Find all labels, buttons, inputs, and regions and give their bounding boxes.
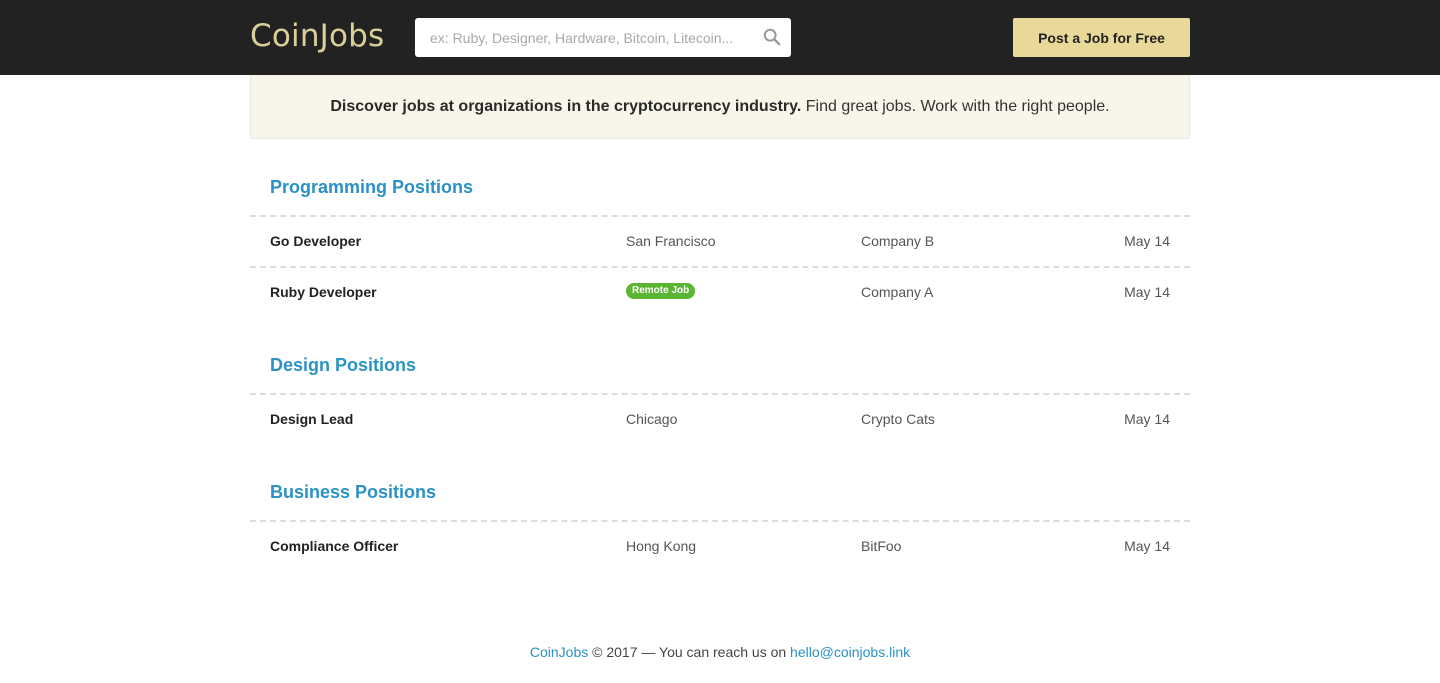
job-location: San Francisco [626, 233, 716, 249]
job-row[interactable]: Design Lead Chicago Crypto Cats May 14 [250, 393, 1190, 444]
job-title-link[interactable]: Ruby Developer [270, 268, 377, 317]
job-date: May 14 [1124, 233, 1170, 249]
job-company: Company A [861, 284, 934, 300]
remote-job-badge: Remote Job [626, 283, 696, 300]
job-row[interactable]: Ruby Developer Remote Job Company A May 14 [250, 266, 1190, 317]
section-title: Programming Positions [270, 177, 474, 197]
job-title-link[interactable]: Design Lead [270, 395, 353, 444]
job-date: May 14 [1124, 538, 1170, 554]
intro-rest-text: Find great jobs. Work with the right peo… [801, 98, 1110, 115]
job-section: Business Positions Compliance Officer Hong… [250, 481, 1190, 571]
footer: CoinJobs © 2017 — You can reach us on he… [0, 644, 1440, 660]
job-row[interactable]: Compliance Officer Hong Kong BitFoo May 14 [250, 520, 1190, 571]
job-section: Design Positions Design Lead Chicago Crypto… [250, 354, 1190, 444]
job-title-link[interactable]: Compliance Officer [270, 522, 398, 571]
job-date: May 14 [1124, 411, 1170, 427]
section-title: Design Positions [270, 355, 417, 375]
top-navbar: CoinJobs Post a Job for Free [0, 0, 1440, 75]
navbar-inner: CoinJobs Post a Job for Free [250, 0, 1190, 75]
job-sections: Programming Positions Go Developer San Fra… [250, 176, 1190, 571]
logo-link[interactable]: CoinJobs [250, 16, 384, 56]
job-company: Company B [861, 233, 935, 249]
intro-banner: Discover jobs at organizations in the cr… [250, 75, 1190, 139]
job-date: May 14 [1124, 284, 1170, 300]
footer-brand-link[interactable]: CoinJobs [530, 644, 588, 660]
main-container: Discover jobs at organizations in the cr… [250, 75, 1190, 571]
search-box [415, 18, 791, 57]
footer-email-link[interactable]: hello@coinjobs.link [790, 644, 910, 660]
search-input[interactable] [415, 18, 745, 57]
search-icon[interactable] [763, 28, 781, 46]
intro-bold-text: Discover jobs at organizations in the cr… [330, 98, 802, 115]
job-section: Programming Positions Go Developer San Fra… [250, 176, 1190, 317]
job-location: Chicago [626, 411, 678, 427]
footer-text: © 2017 — You can reach us on [588, 644, 791, 660]
job-row[interactable]: Go Developer San Francisco Company B May 14 [250, 215, 1190, 266]
job-location: Remote Job [626, 268, 696, 317]
job-company: Crypto Cats [861, 411, 935, 427]
job-company: BitFoo [861, 538, 902, 554]
section-title: Business Positions [270, 482, 437, 502]
post-job-button[interactable]: Post a Job for Free [1013, 18, 1190, 57]
job-location: Hong Kong [626, 538, 697, 554]
job-title-link[interactable]: Go Developer [270, 217, 361, 266]
